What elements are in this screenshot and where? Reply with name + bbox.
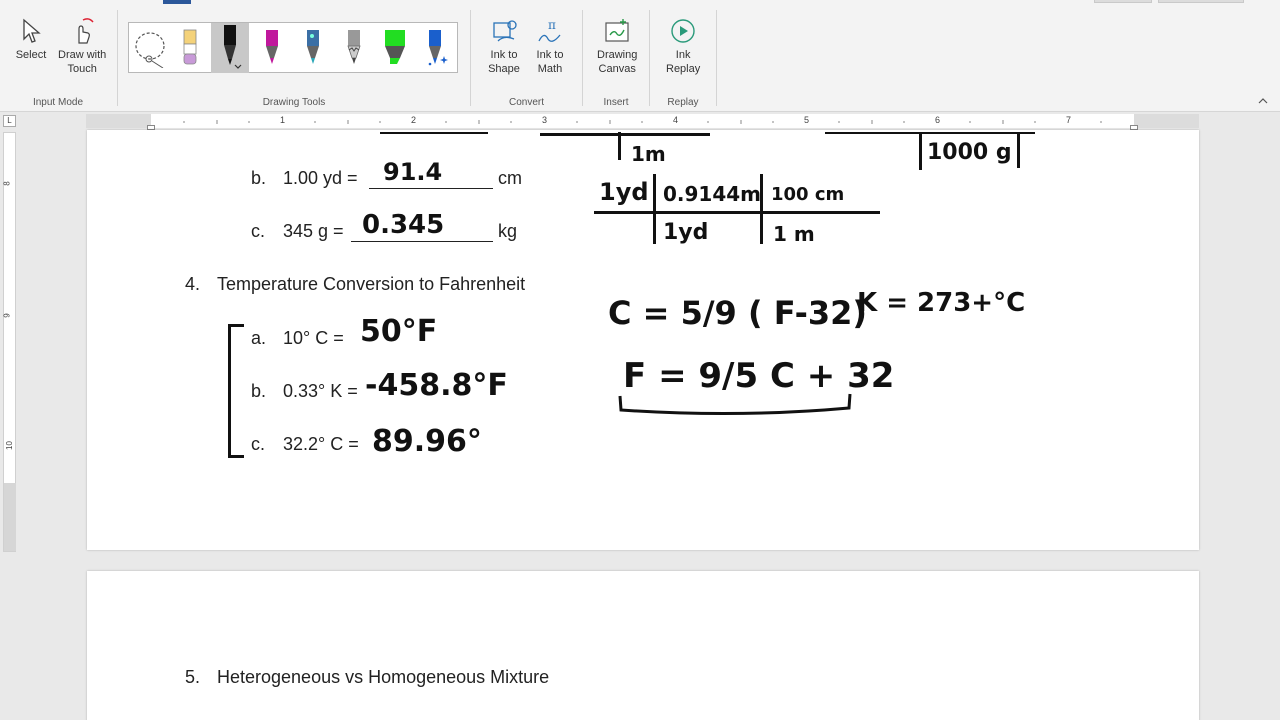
pen-black-tool[interactable]: [211, 23, 249, 73]
ink-bracket: [228, 324, 244, 458]
pen-blue-sparkle-tool[interactable]: [417, 23, 455, 73]
vertical-ruler: 8 9 10: [3, 132, 16, 552]
answer-50f: 50°F: [360, 314, 438, 349]
ink-denominator-1m: 1 m: [773, 222, 815, 246]
answer-negative-458-8f: -458.8°F: [365, 368, 508, 403]
pencil-gray-tool[interactable]: [335, 23, 373, 73]
pen-icon: [428, 30, 448, 66]
ink-unit-1m: 1m: [631, 142, 666, 166]
cursor-arrow-icon: [14, 16, 48, 46]
insert-group: Drawing Canvas Insert: [583, 10, 649, 110]
document-page[interactable]: 5. Heterogeneous vs Homogeneous Mixture: [87, 571, 1199, 720]
drawing-canvas-button[interactable]: Drawing Canvas: [597, 16, 637, 76]
lasso-icon: [135, 32, 165, 68]
replay-icon: [666, 16, 700, 46]
pencil-icon: [347, 30, 361, 64]
pencil-beige-tool[interactable]: [171, 23, 209, 73]
pen-icon: [266, 30, 278, 64]
tab-selector[interactable]: L: [3, 115, 16, 127]
ink-replay-button[interactable]: Ink Replay: [666, 16, 700, 76]
answer-91-4: 91.4: [383, 158, 443, 186]
ink-denominator-1yd: 1yd: [663, 220, 709, 245]
draw-with-touch-button[interactable]: Draw with Touch: [58, 16, 106, 76]
window-control[interactable]: [1158, 0, 1244, 3]
answer-89-96: 89.96°: [372, 424, 482, 459]
svg-text:π: π: [548, 18, 556, 32]
lasso-select-tool[interactable]: [131, 23, 169, 73]
ink-to-math-icon: π: [533, 16, 567, 46]
pen-magenta-tool[interactable]: [253, 23, 291, 73]
ink-to-shape-button[interactable]: Ink to Shape: [487, 16, 521, 76]
ink-unit-1000g: 1000 g: [927, 140, 1012, 165]
highlighter-green-tool[interactable]: [376, 23, 414, 73]
ink-formula-celsius: C = 5/9 ( F-32): [608, 294, 868, 332]
ruler-ticks: [183, 120, 1102, 124]
pen-icon: [224, 25, 242, 69]
collapse-ribbon-icon[interactable]: [1258, 97, 1268, 108]
document-page[interactable]: 1m 1000 g b. 1.00 yd = 91.4 cm c. 345 g …: [87, 130, 1199, 550]
pen-icon: [307, 30, 319, 64]
ink-to-shape-icon: [487, 16, 521, 46]
pen-galaxy-tool[interactable]: [294, 23, 332, 73]
ink-to-math-button[interactable]: π Ink to Math: [533, 16, 567, 76]
replay-group: Ink Replay Replay: [650, 10, 716, 110]
window-control[interactable]: [1094, 0, 1152, 3]
drawing-canvas-icon: [600, 16, 634, 46]
ink-1yd: 1yd: [599, 178, 649, 206]
pencil-icon: [183, 29, 197, 65]
ink-formula-kelvin: K = 273+°C: [857, 288, 1026, 318]
ink-underline: [618, 393, 852, 416]
pen-gallery: [128, 22, 458, 73]
highlighter-icon: [385, 30, 405, 64]
input-mode-group: Select Draw with Touch Input Mode: [0, 10, 116, 110]
horizontal-ruler: L 1 2 3 4 5 6 7: [0, 112, 1280, 130]
group-divider: [716, 10, 717, 106]
ink-100cm: 100 cm: [771, 184, 845, 205]
convert-group: Ink to Shape π Ink to Math Convert: [471, 10, 582, 110]
ink-formula-fahrenheit: F = 9/5 C + 32: [623, 356, 895, 396]
select-button[interactable]: Select: [14, 16, 48, 62]
touch-hand-icon: [65, 16, 99, 46]
active-tab-indicator: [163, 0, 191, 4]
answer-0-345: 0.345: [362, 210, 445, 240]
ribbon: Select Draw with Touch Input Mode Drawin…: [0, 0, 1280, 112]
ink-0-9144m: 0.9144m: [663, 182, 762, 206]
